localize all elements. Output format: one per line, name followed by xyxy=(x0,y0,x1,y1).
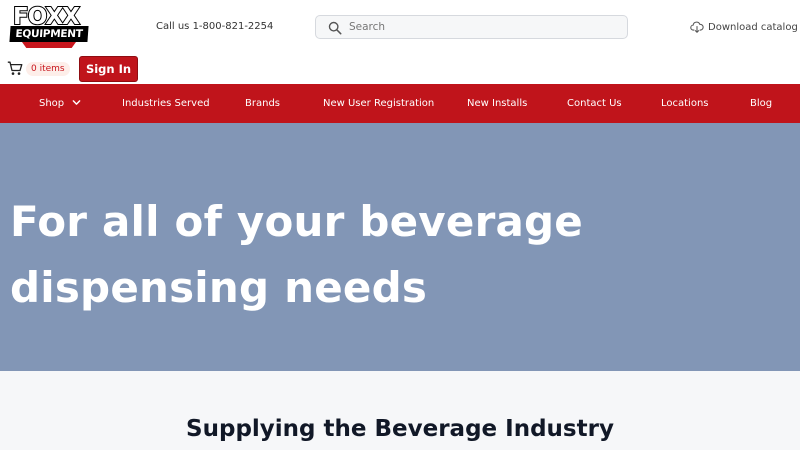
cart-count-badge: 0 items xyxy=(26,61,70,76)
logo-swoosh xyxy=(22,42,76,48)
nav-item-locations[interactable]: Locations xyxy=(661,84,709,123)
call-us-text: Call us 1-800-821-2254 xyxy=(156,21,274,32)
download-catalog-link[interactable]: Download catalog xyxy=(690,20,798,34)
foxx-logo[interactable]: FOXX EQUIPMENT xyxy=(9,4,89,49)
hero-banner: For all of your beverage dispensing need… xyxy=(0,123,800,371)
hero-headline: For all of your beverage dispensing need… xyxy=(10,197,583,312)
nav-item-new-installs[interactable]: New Installs xyxy=(467,84,527,123)
intro-section: Supplying the Beverage Industry xyxy=(0,371,800,450)
nav-item-industries-served[interactable]: Industries Served xyxy=(122,84,210,123)
chevron-down-icon xyxy=(72,100,81,105)
sign-in-button[interactable]: Sign In xyxy=(79,56,138,82)
search-input[interactable] xyxy=(349,18,619,36)
nav-item-contact-us[interactable]: Contact Us xyxy=(567,84,622,123)
main-nav: Shop Industries Served Brands New User R… xyxy=(0,84,800,123)
logo-wordmark-bottom: EQUIPMENT xyxy=(9,26,89,42)
section-title: Supplying the Beverage Industry xyxy=(186,416,614,442)
nav-item-brands[interactable]: Brands xyxy=(245,84,280,123)
search-box[interactable] xyxy=(315,15,628,39)
nav-item-blog[interactable]: Blog xyxy=(750,84,772,123)
shopping-cart-icon xyxy=(7,61,23,75)
nav-item-shop[interactable]: Shop xyxy=(39,84,81,123)
cloud-download-icon xyxy=(690,21,704,33)
nav-item-label: Shop xyxy=(39,98,65,109)
site-header: FOXX EQUIPMENT Call us 1-800-821-2254 Do… xyxy=(0,0,800,84)
search-icon xyxy=(328,21,342,35)
nav-item-new-user-registration[interactable]: New User Registration xyxy=(323,84,434,123)
download-catalog-label: Download catalog xyxy=(708,21,798,33)
cart[interactable]: 0 items xyxy=(7,61,70,76)
